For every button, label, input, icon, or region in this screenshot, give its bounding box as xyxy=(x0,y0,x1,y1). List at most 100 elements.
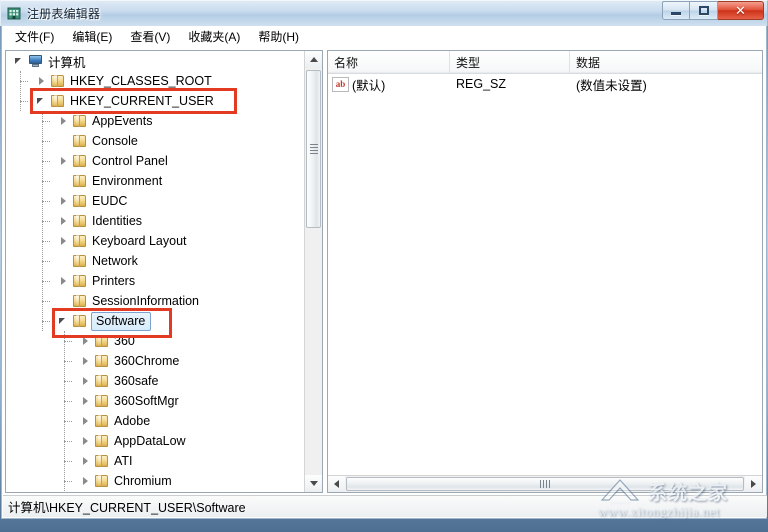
tree-item-environment[interactable]: Environment xyxy=(6,171,304,191)
caret-right-icon xyxy=(751,480,756,488)
column-header-type[interactable]: 类型 xyxy=(450,51,570,73)
tree-item-360[interactable]: 360 xyxy=(6,331,304,351)
tree-item-label: 360 xyxy=(114,334,135,348)
scrollbar-grip-icon xyxy=(540,480,550,488)
tree-item-identities[interactable]: Identities xyxy=(6,211,304,231)
expand-triangle-closed-icon[interactable] xyxy=(56,111,72,131)
tree-item-appevents[interactable]: AppEvents xyxy=(6,111,304,131)
menu-view[interactable]: 查看(V) xyxy=(121,28,179,47)
tree-guide-line xyxy=(42,241,50,242)
tree-item-appdatalow[interactable]: AppDataLow xyxy=(6,431,304,451)
tree-item-label: HKEY_CLASSES_ROOT xyxy=(70,74,212,88)
title-bar[interactable]: 注册表编辑器 ✕ xyxy=(0,0,768,26)
expand-triangle-closed-icon[interactable] xyxy=(78,391,94,411)
tree-item-control-panel[interactable]: Control Panel xyxy=(6,151,304,171)
values-list[interactable]: ab (默认) REG_SZ (数值未设置) xyxy=(328,74,762,94)
tree-item-software[interactable]: Software xyxy=(6,311,304,331)
folder-icon xyxy=(72,194,88,208)
menu-edit[interactable]: 编辑(E) xyxy=(63,28,121,47)
tree-item-hkey-classes-root[interactable]: HKEY_CLASSES_ROOT xyxy=(6,71,304,91)
expand-triangle-open-icon[interactable] xyxy=(56,311,72,331)
tree-item-360softmgr[interactable]: 360SoftMgr xyxy=(6,391,304,411)
window-title: 注册表编辑器 xyxy=(27,6,101,21)
expand-triangle-closed-icon[interactable] xyxy=(56,231,72,251)
tree-guide-line xyxy=(64,441,72,442)
folder-icon xyxy=(72,214,88,228)
column-header-name[interactable]: 名称 xyxy=(328,51,450,73)
scroll-right-button[interactable] xyxy=(745,476,762,492)
tree-item-chromium[interactable]: Chromium xyxy=(6,471,304,491)
registry-tree-pane[interactable]: 计算机 HKEY_CLASSES_ROOT HKEY_CURRENT_USER App… xyxy=(5,50,323,493)
maximize-button[interactable] xyxy=(690,1,718,20)
expand-triangle-closed-icon[interactable] xyxy=(78,471,94,491)
scroll-up-button[interactable] xyxy=(305,51,322,68)
menu-file[interactable]: 文件(F) xyxy=(6,28,63,47)
tree-item-label: Control Panel xyxy=(92,154,168,168)
column-header-data[interactable]: 数据 xyxy=(570,51,762,73)
tree-item-label: Network xyxy=(92,254,138,268)
tree-item-network[interactable]: Network xyxy=(6,251,304,271)
values-column-header: 名称 类型 数据 xyxy=(328,51,762,74)
tree-guide-line xyxy=(20,81,28,82)
tree-item-label: Environment xyxy=(92,174,163,188)
scroll-down-button[interactable] xyxy=(305,475,322,492)
expand-triangle-closed-icon[interactable] xyxy=(78,371,94,391)
expand-triangle-closed-icon[interactable] xyxy=(78,451,94,471)
folder-icon xyxy=(94,434,110,448)
expand-triangle-closed-icon[interactable] xyxy=(78,411,94,431)
values-horizontal-scrollbar[interactable] xyxy=(328,475,762,492)
tree-item-ati[interactable]: ATI xyxy=(6,451,304,471)
tree-guide-line xyxy=(42,261,50,262)
menu-help[interactable]: 帮助(H) xyxy=(249,28,308,47)
expand-triangle-closed-icon[interactable] xyxy=(78,331,94,351)
values-scrollbar-thumb[interactable] xyxy=(346,477,744,491)
tree-item-keyboard-layout[interactable]: Keyboard Layout xyxy=(6,231,304,251)
tree-item-360safe[interactable]: 360safe xyxy=(6,371,304,391)
expand-triangle-closed-icon[interactable] xyxy=(78,491,94,492)
tree-guide-line xyxy=(64,331,65,492)
expand-triangle-closed-icon[interactable] xyxy=(34,71,50,91)
tree-vertical-scrollbar[interactable] xyxy=(304,51,322,492)
tree-item-console[interactable]: Console xyxy=(6,131,304,151)
value-name-cell: ab (默认) xyxy=(328,75,450,94)
scroll-left-button[interactable] xyxy=(328,476,345,492)
expand-triangle-closed-icon[interactable] xyxy=(56,211,72,231)
menu-favorites[interactable]: 收藏夹(A) xyxy=(179,28,249,47)
expand-triangle-closed-icon[interactable] xyxy=(78,431,94,451)
registry-tree[interactable]: 计算机 HKEY_CLASSES_ROOT HKEY_CURRENT_USER App… xyxy=(6,51,304,492)
expand-triangle-open-icon[interactable] xyxy=(34,91,50,111)
tree-guide-line xyxy=(42,201,50,202)
tree-item-360chrome[interactable]: 360Chrome xyxy=(6,351,304,371)
tree-guide-line xyxy=(42,221,50,222)
expand-triangle-closed-icon[interactable] xyxy=(56,271,72,291)
tree-item-printers[interactable]: Printers xyxy=(6,271,304,291)
expand-triangle-open-icon[interactable] xyxy=(12,51,28,71)
tree-guide-line xyxy=(64,481,72,482)
tree-item--[interactable]: 计算机 xyxy=(6,51,304,71)
expand-triangle-closed-icon[interactable] xyxy=(78,351,94,371)
folder-icon xyxy=(72,154,88,168)
close-button[interactable]: ✕ xyxy=(718,1,764,20)
tree-scrollbar-thumb[interactable] xyxy=(306,70,321,228)
tree-item-cl[interactable]: Cl xyxy=(6,491,304,492)
computer-icon xyxy=(28,54,44,68)
tree-guide-line xyxy=(64,341,72,342)
expand-triangle-closed-icon[interactable] xyxy=(56,191,72,211)
value-row[interactable]: ab (默认) REG_SZ (数值未设置) xyxy=(328,74,762,94)
tree-item-adobe[interactable]: Adobe xyxy=(6,411,304,431)
registry-values-pane[interactable]: 名称 类型 数据 ab (默认) REG_SZ (数值未设置) xyxy=(327,50,763,493)
expand-triangle-closed-icon[interactable] xyxy=(56,151,72,171)
tree-item-hkey-current-user[interactable]: HKEY_CURRENT_USER xyxy=(6,91,304,111)
minimize-button[interactable] xyxy=(662,1,690,20)
folder-icon xyxy=(72,274,88,288)
close-icon: ✕ xyxy=(735,3,746,18)
client-area: 文件(F) 编辑(E) 查看(V) 收藏夹(A) 帮助(H) 计算机 HKEY_C… xyxy=(1,26,767,519)
tree-item-label: AppEvents xyxy=(92,114,153,128)
tree-guide-line xyxy=(42,301,50,302)
regedit-icon xyxy=(6,5,22,21)
tree-item-eudc[interactable]: EUDC xyxy=(6,191,304,211)
tree-item-sessioninformation[interactable]: SessionInformation xyxy=(6,291,304,311)
tree-item-label: Console xyxy=(92,134,138,148)
value-name-label: (默认) xyxy=(352,78,386,93)
